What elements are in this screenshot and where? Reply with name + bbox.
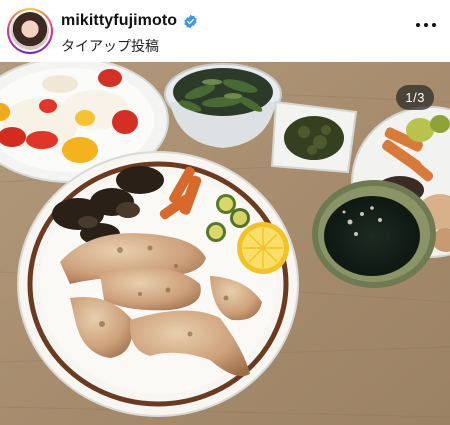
avatar[interactable] xyxy=(7,8,53,54)
paid-partnership-label[interactable]: タイアップ投稿 xyxy=(61,36,159,56)
more-options-icon[interactable] xyxy=(416,22,436,28)
main-plate xyxy=(17,151,299,417)
username-link[interactable]: mikittyfujimoto xyxy=(61,12,177,30)
seaweed-dish xyxy=(270,100,358,174)
soup-bowl xyxy=(312,180,436,288)
avatar-image xyxy=(11,12,49,50)
username-row: mikittyfujimoto xyxy=(61,12,198,30)
post-photo[interactable] xyxy=(0,62,450,425)
post-header: mikittyfujimoto タイアップ投稿 xyxy=(0,0,450,62)
verified-badge-icon xyxy=(184,14,197,28)
image-counter-badge: 1/3 xyxy=(396,85,434,110)
